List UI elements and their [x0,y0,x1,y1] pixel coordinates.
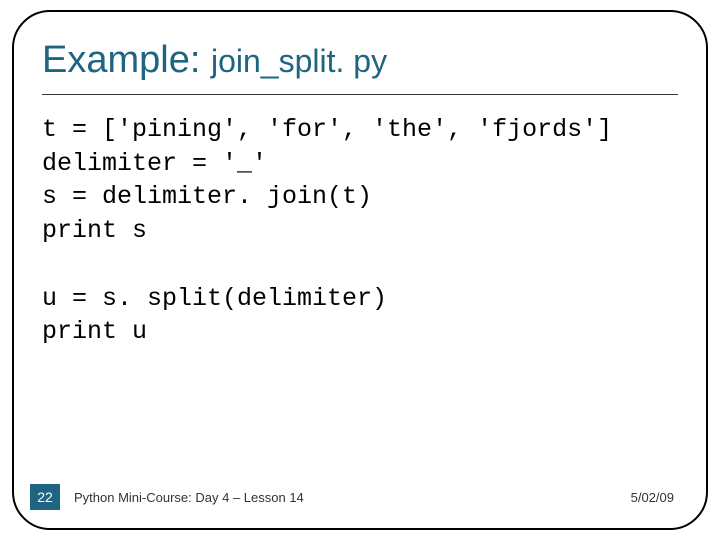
title-underline [42,94,678,95]
title-strong: Example: [42,39,200,81]
slide-footer: 22 Python Mini-Course: Day 4 – Lesson 14… [42,476,678,510]
slide-frame: Example: join_split. py t = ['pining', '… [12,10,708,530]
code-block: t = ['pining', 'for', 'the', 'fjords'] d… [42,113,678,476]
footer-course-text: Python Mini-Course: Day 4 – Lesson 14 [74,490,631,505]
footer-date: 5/02/09 [631,490,674,505]
title-light: join_split. py [211,43,387,79]
page-number-badge: 22 [30,484,60,510]
slide-title: Example: join_split. py [42,40,678,82]
